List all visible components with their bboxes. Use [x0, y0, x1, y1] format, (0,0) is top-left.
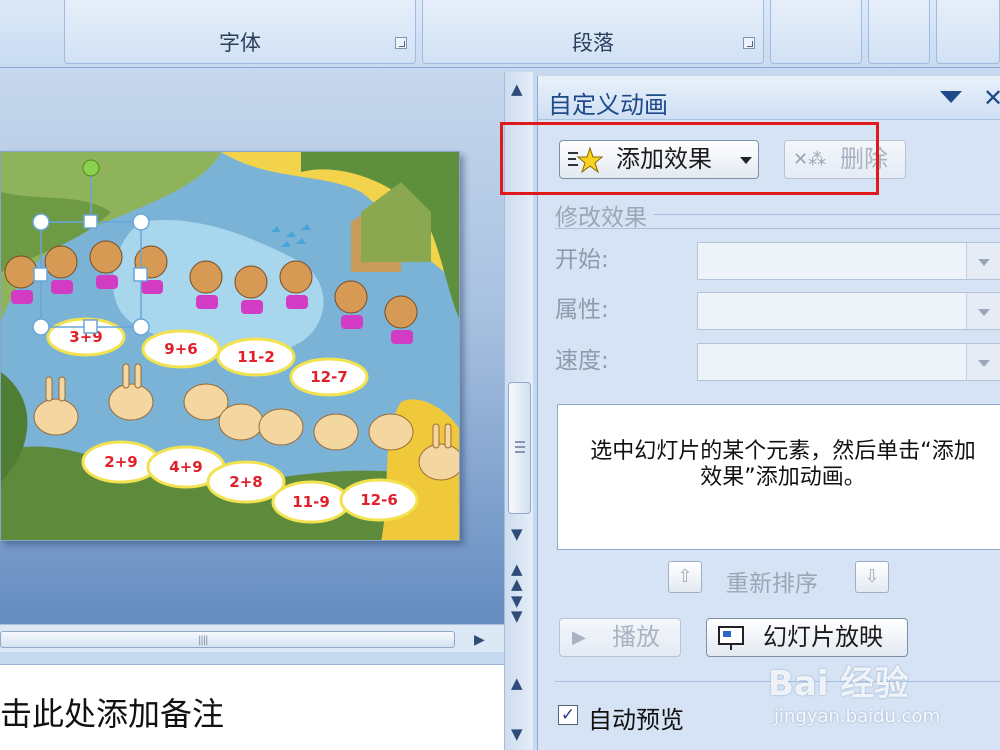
horizontal-scroll-thumb[interactable]: ||||: [0, 631, 455, 648]
vertical-scroll-thumb[interactable]: [508, 382, 531, 514]
animation-list[interactable]: 选中幻灯片的某个元素，然后单击“添加效果”添加动画。: [557, 404, 1000, 550]
move-down-button[interactable]: ⇩: [855, 561, 889, 593]
previous-slide-icon[interactable]: ▲ ▲: [511, 562, 523, 592]
animation-hint-text: 选中幻灯片的某个元素，然后单击“添加效果”添加动画。: [590, 439, 976, 490]
notes-pane[interactable]: 击此处添加备注: [0, 664, 504, 750]
property-label: 属性:: [555, 297, 609, 323]
chevron-down-icon: [966, 243, 1000, 279]
math-label: 9+6: [164, 340, 197, 358]
drawing-group: [770, 0, 862, 64]
close-icon[interactable]: ✕: [983, 84, 1000, 112]
notes-scroll-down-icon[interactable]: ▼: [511, 727, 523, 742]
arrow-up-icon: ⇧: [677, 566, 693, 587]
divider: [653, 214, 1000, 215]
pane-menu-dropdown-icon[interactable]: [940, 91, 962, 103]
move-up-button[interactable]: ⇧: [668, 561, 702, 593]
start-label: 开始:: [555, 247, 609, 273]
chevron-down-icon: [966, 344, 1000, 380]
watermark-url: jingyan.baidu.com: [774, 706, 941, 727]
play-icon: ▶: [572, 627, 586, 648]
paragraph-group: 段落: [422, 0, 764, 64]
font-dialog-launcher-icon[interactable]: [395, 37, 407, 49]
editing-group: [868, 0, 930, 64]
next-slide-icon[interactable]: ▼ ▼: [511, 594, 523, 624]
slide-illustration: 3+9 9+6 11-2 12-7 2+9 4+9 2+8 11-9 12-6: [1, 152, 459, 540]
horizontal-scrollbar[interactable]: |||| ▶: [0, 624, 504, 652]
paragraph-dialog-launcher-icon[interactable]: [743, 37, 755, 49]
math-label: 11-9: [292, 493, 330, 511]
paragraph-group-label: 段落: [572, 31, 614, 55]
grip-icon: ||||: [198, 635, 209, 646]
ribbon: 字体 段落: [0, 0, 1000, 68]
math-label: 12-7: [310, 368, 348, 386]
math-label: 11-2: [237, 348, 275, 366]
start-dropdown[interactable]: [697, 242, 1000, 280]
divider: [555, 228, 1000, 229]
modify-section-title: 修改效果: [555, 205, 647, 231]
watermark: Bai 经验 jingyan.baidu.com: [768, 656, 1000, 746]
slideshow-button[interactable]: 幻灯片放映: [706, 618, 908, 657]
math-label: 12-6: [360, 491, 398, 509]
speed-label: 速度:: [555, 348, 609, 374]
slide-workspace: 3+9 9+6 11-2 12-7 2+9 4+9 2+8 11-9 12-6: [0, 72, 504, 652]
slide-canvas[interactable]: 3+9 9+6 11-2 12-7 2+9 4+9 2+8 11-9 12-6: [0, 151, 460, 541]
baidu-jingyan-logo: Bai 经验: [768, 664, 909, 704]
pane-title: 自定义动画: [548, 91, 668, 119]
grip-icon: [515, 441, 525, 453]
slideshow-icon: [718, 626, 744, 650]
reorder-label: 重新排序: [726, 571, 818, 597]
extra-group: [936, 0, 1000, 64]
slideshow-label: 幻灯片放映: [763, 623, 883, 651]
pane-header: 自定义动画 ✕: [538, 76, 1000, 120]
scroll-up-icon[interactable]: ▲: [511, 82, 523, 97]
speed-dropdown[interactable]: [697, 343, 1000, 381]
scroll-down-icon[interactable]: ▼: [511, 527, 523, 542]
play-button[interactable]: ▶ 播放: [559, 618, 681, 657]
font-group-label: 字体: [219, 31, 261, 55]
arrow-down-icon: ⇩: [864, 566, 880, 587]
autopreview-label: 自动预览: [588, 706, 684, 734]
font-group: 字体: [64, 0, 416, 64]
autopreview-checkbox[interactable]: ✓: [558, 705, 578, 725]
play-label: 播放: [612, 623, 660, 651]
notes-placeholder: 击此处添加备注: [0, 695, 225, 733]
math-label: 4+9: [169, 458, 202, 476]
scroll-right-icon[interactable]: ▶: [474, 632, 485, 648]
math-label: 2+8: [229, 473, 262, 491]
math-label: 2+9: [104, 453, 137, 471]
highlight-box: [500, 122, 879, 195]
checkmark-icon: ✓: [560, 705, 576, 725]
property-dropdown[interactable]: [697, 292, 1000, 330]
notes-scroll-up-icon[interactable]: ▲: [511, 676, 523, 691]
chevron-down-icon: [966, 293, 1000, 329]
